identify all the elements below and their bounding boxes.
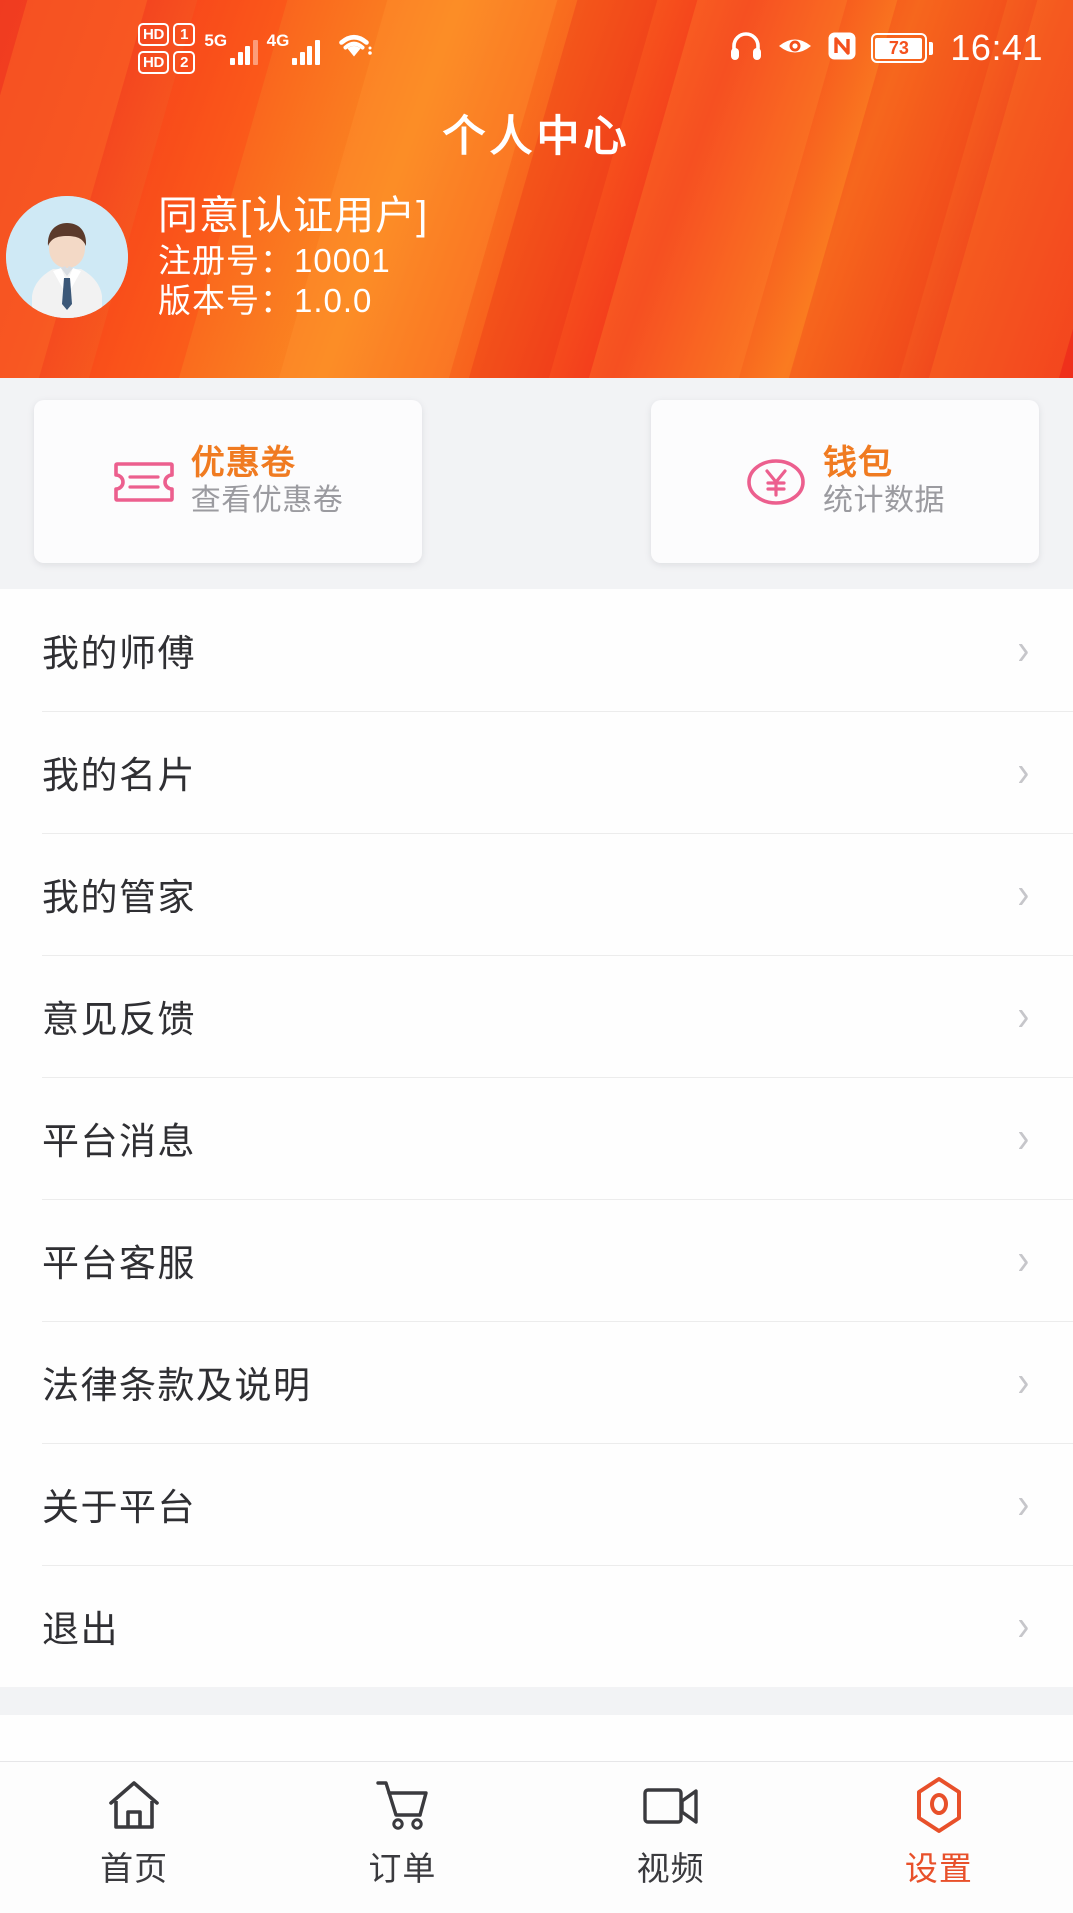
bottom-tab-bar: 首页 订单 视频 设置	[0, 1761, 1073, 1913]
menu-item-legal-terms[interactable]: 法律条款及说明 ›	[0, 1321, 1073, 1443]
wallet-card-subtitle: 统计数据	[823, 484, 945, 518]
menu-item-about[interactable]: 关于平台 ›	[0, 1443, 1073, 1565]
coupon-card-subtitle: 查看优惠卷	[190, 484, 344, 518]
tab-settings[interactable]: 设置	[805, 1776, 1073, 1890]
hd-badge-icon: HD	[138, 50, 170, 74]
wifi-icon	[334, 30, 374, 67]
status-bar: HD 1 HD 2 5G 4G 73 16:41	[0, 0, 1073, 96]
chevron-right-icon: ›	[1017, 991, 1030, 1040]
chevron-right-icon: ›	[1017, 1479, 1030, 1528]
hd-badge-icon: HD	[138, 22, 170, 46]
tab-video[interactable]: 视频	[537, 1776, 805, 1890]
home-icon	[106, 1776, 162, 1834]
headphone-icon	[729, 31, 763, 66]
menu-item-label: 关于平台	[42, 1487, 196, 1528]
settings-hexagon-icon	[914, 1776, 964, 1834]
profile-text: 同意[认证用户] 注册号：10001 版本号：1.0.0	[158, 192, 428, 321]
signal-bars-icon	[292, 35, 320, 65]
menu-item-label: 平台客服	[42, 1243, 196, 1284]
wallet-card-text: 钱包 统计数据	[823, 444, 945, 519]
status-bar-left: HD 1 HD 2 5G 4G	[138, 22, 374, 74]
menu-item-platform-message[interactable]: 平台消息 ›	[0, 1077, 1073, 1199]
menu-item-platform-service[interactable]: 平台客服 ›	[0, 1199, 1073, 1321]
sim2-number: 2	[173, 50, 196, 74]
menu-item-label: 退出	[42, 1609, 119, 1650]
menu-item-feedback[interactable]: 意见反馈 ›	[0, 955, 1073, 1077]
menu-item-logout[interactable]: 退出 ›	[0, 1565, 1073, 1687]
status-bar-right: 73 16:41	[729, 30, 1043, 66]
register-number: 注册号：10001	[158, 241, 391, 279]
menu-item-my-card[interactable]: 我的名片 ›	[0, 711, 1073, 833]
menu-item-label: 我的管家	[42, 877, 196, 918]
tab-label: 订单	[368, 1850, 437, 1887]
coupon-ticket-icon	[113, 458, 175, 506]
menu-item-label: 我的名片	[42, 755, 196, 796]
signal-bars-icon	[230, 35, 258, 65]
tab-home[interactable]: 首页	[0, 1776, 268, 1890]
status-bar-clock: 16:41	[950, 27, 1043, 68]
list-bottom-spacer	[0, 1687, 1073, 1715]
coupon-card-text: 优惠卷 查看优惠卷	[191, 444, 344, 519]
network-type-label: 5G	[204, 30, 228, 50]
menu-item-my-master[interactable]: 我的师傅 ›	[0, 589, 1073, 711]
user-name: 同意[认证用户]	[158, 194, 429, 238]
quick-action-cards: 优惠卷 查看优惠卷 钱包 统计数据	[0, 378, 1073, 589]
dual-sim-indicator: HD 1 HD 2	[138, 22, 196, 74]
tab-label: 设置	[904, 1850, 973, 1887]
page-title: 个人中心	[442, 113, 631, 161]
chevron-right-icon: ›	[1017, 869, 1030, 918]
menu-item-label: 意见反馈	[42, 999, 196, 1040]
wallet-yuan-icon	[745, 456, 807, 508]
eye-comfort-icon	[777, 33, 813, 64]
shopping-cart-icon	[374, 1776, 430, 1834]
network-type-label: 4G	[266, 30, 290, 50]
nfc-icon	[827, 31, 857, 66]
battery-level-text: 73	[875, 37, 923, 59]
avatar[interactable]	[6, 195, 128, 318]
chevron-right-icon: ›	[1017, 1601, 1030, 1650]
menu-item-label: 法律条款及说明	[42, 1365, 312, 1406]
coupon-card[interactable]: 优惠卷 查看优惠卷	[34, 400, 422, 563]
chevron-right-icon: ›	[1017, 1235, 1030, 1284]
chevron-right-icon: ›	[1017, 625, 1030, 674]
wallet-card-title: 钱包	[823, 443, 893, 482]
version-number: 版本号：1.0.0	[158, 282, 373, 320]
menu-item-label: 我的师傅	[42, 633, 196, 674]
tab-label: 视频	[636, 1850, 705, 1887]
sim1-number: 1	[173, 22, 196, 46]
coupon-card-title: 优惠卷	[190, 443, 296, 482]
wallet-card[interactable]: 钱包 统计数据	[651, 400, 1039, 563]
signal-5g: 5G	[204, 30, 258, 65]
chevron-right-icon: ›	[1017, 1113, 1030, 1162]
battery-icon: 73	[870, 33, 934, 63]
header-banner: HD 1 HD 2 5G 4G 73 16:41 个人中心 同意[认证用户] 注…	[0, 0, 1073, 378]
video-camera-icon	[642, 1776, 700, 1834]
menu-item-label: 平台消息	[42, 1121, 196, 1162]
signal-4g: 4G	[267, 32, 320, 65]
profile-summary[interactable]: 同意[认证用户] 注册号：10001 版本号：1.0.0	[0, 192, 1073, 321]
chevron-right-icon: ›	[1017, 747, 1030, 796]
chevron-right-icon: ›	[1017, 1357, 1030, 1406]
tab-orders[interactable]: 订单	[268, 1776, 536, 1890]
tab-label: 首页	[100, 1850, 169, 1887]
settings-menu-list: 我的师傅 › 我的名片 › 我的管家 › 意见反馈 › 平台消息 › 平台客服 …	[0, 589, 1073, 1761]
menu-item-my-steward[interactable]: 我的管家 ›	[0, 833, 1073, 955]
app-root: HD 1 HD 2 5G 4G 73 16:41 个人中心 同意[认证用户] 注…	[0, 0, 1073, 1913]
